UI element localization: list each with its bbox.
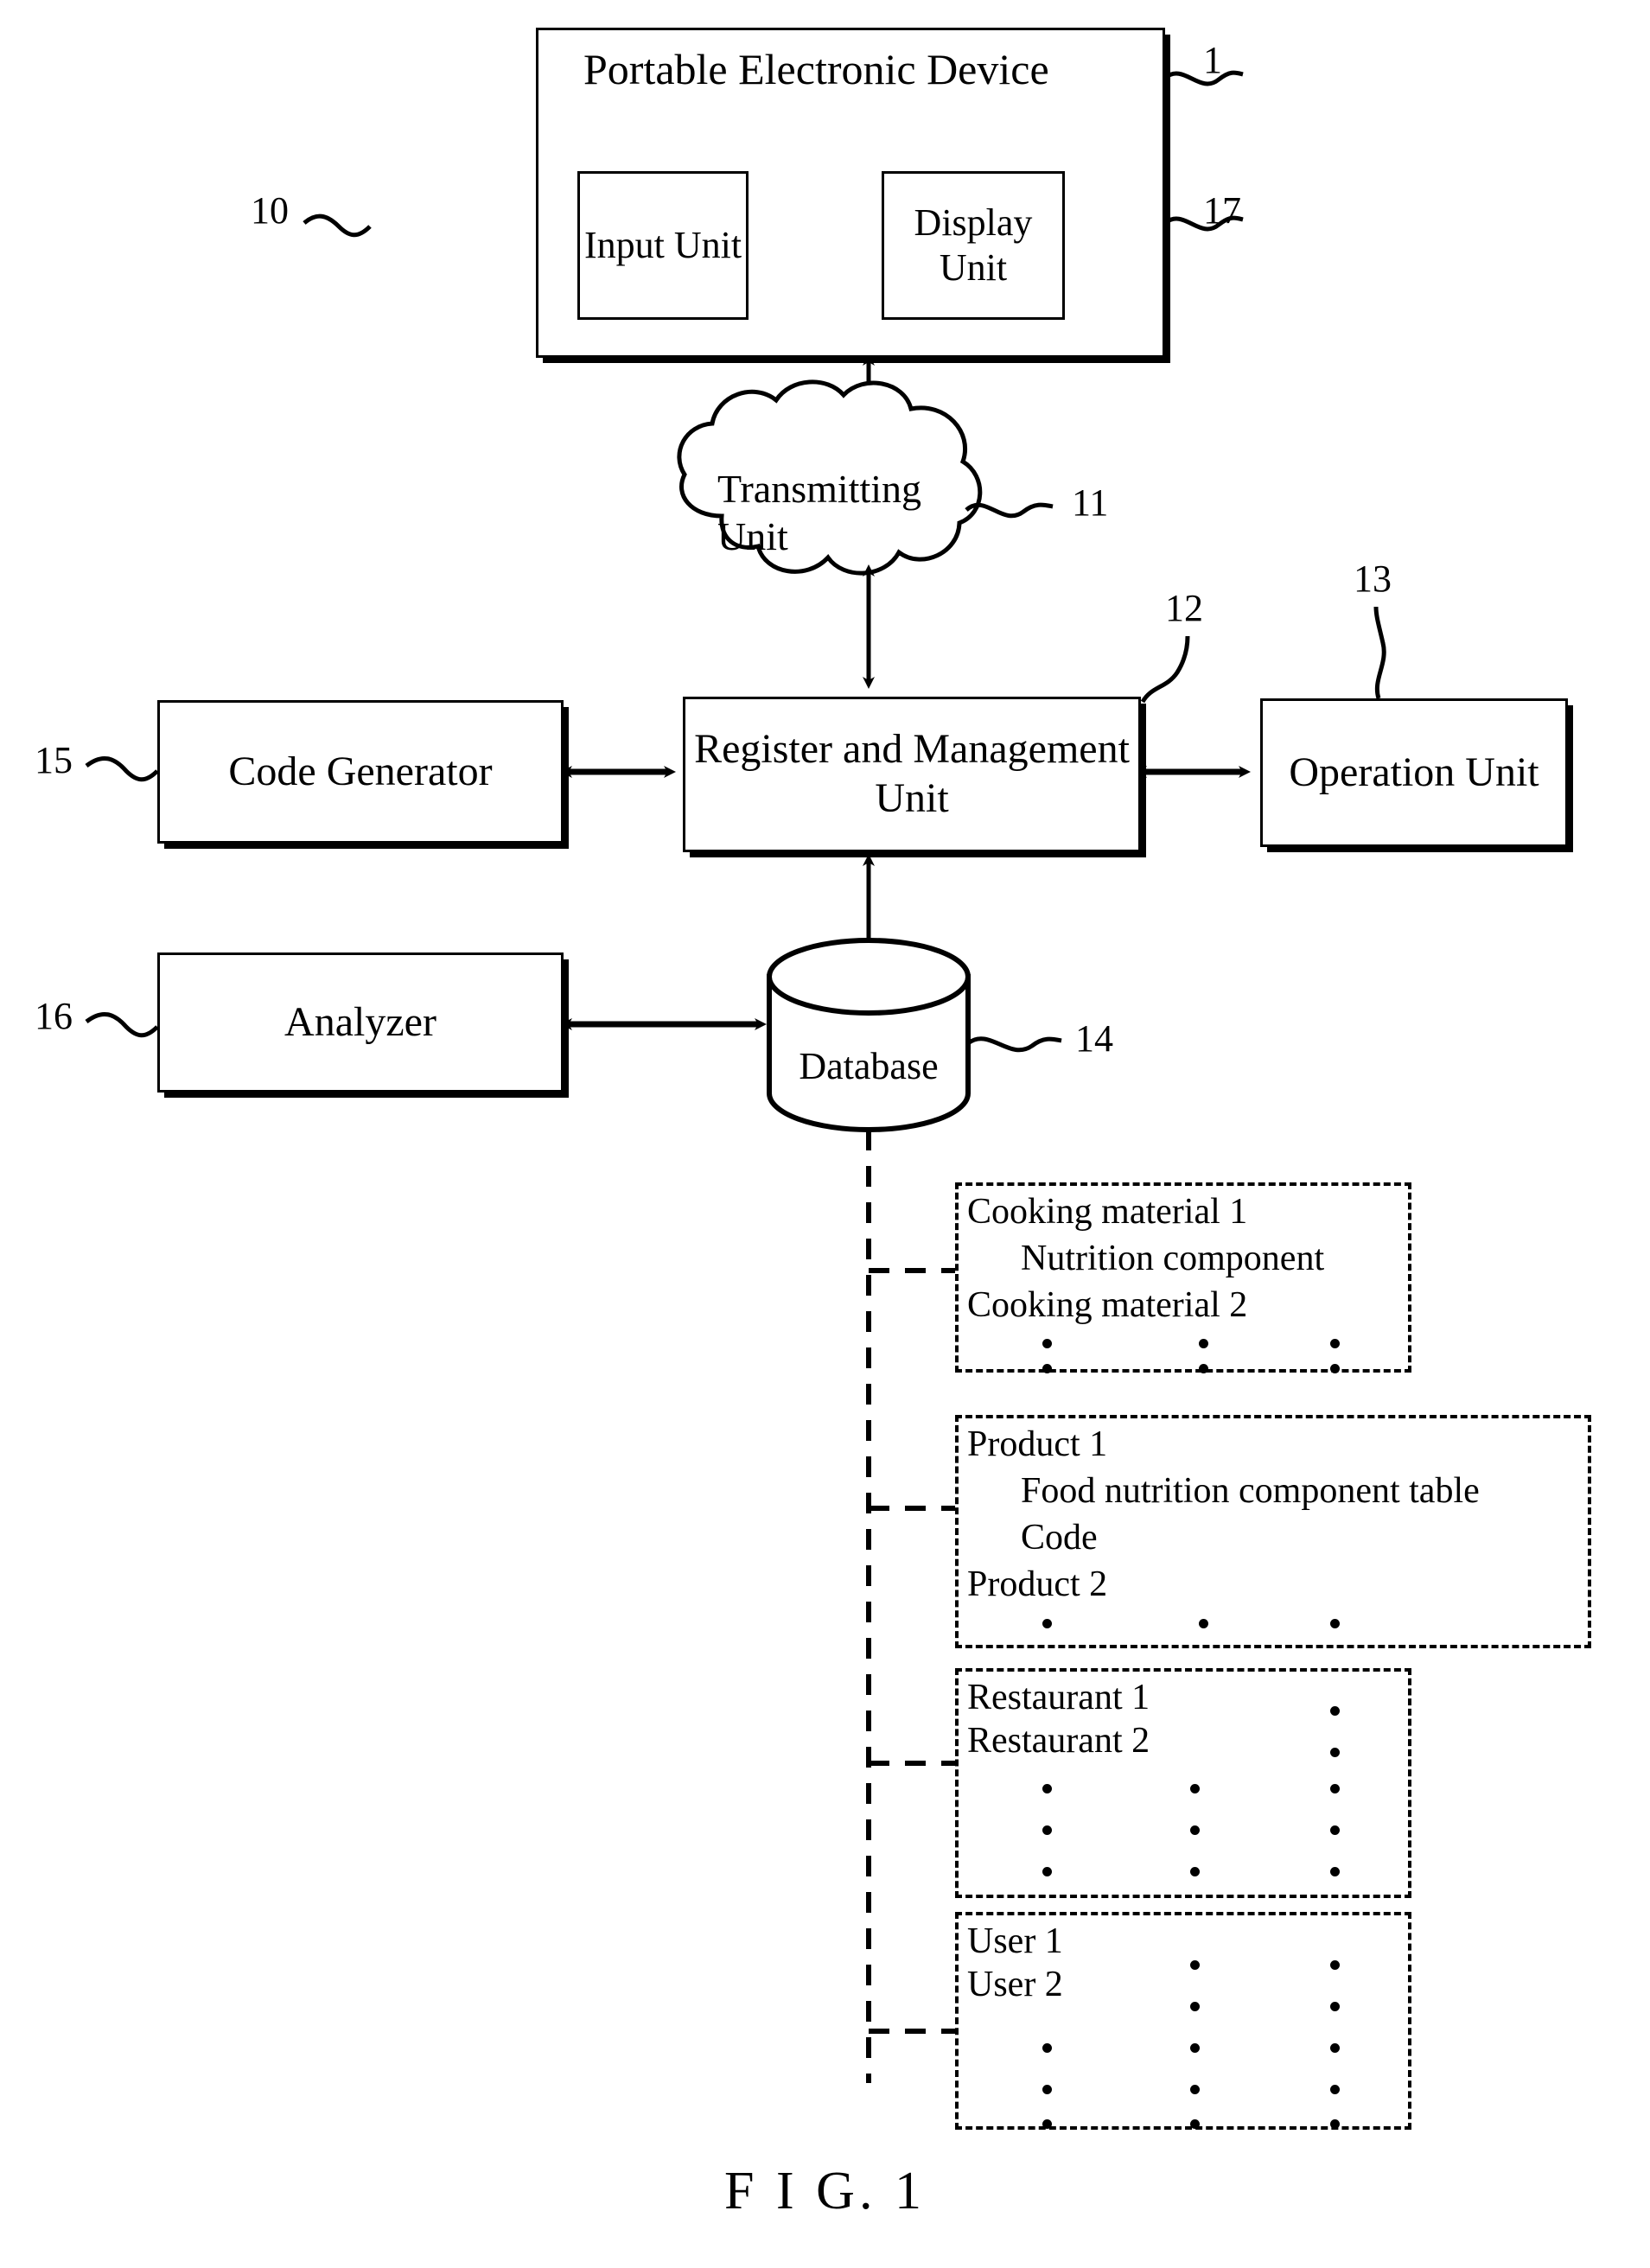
- record-line: Restaurant 1: [967, 1678, 1150, 1717]
- figure-caption: F I G. 1: [724, 2162, 926, 2220]
- analyzer-box: Analyzer: [157, 952, 564, 1093]
- transmitting-unit-label: Transmitting Unit: [717, 467, 922, 559]
- leader-line-15: [85, 756, 159, 782]
- ellipsis-dot: [1330, 1339, 1340, 1348]
- ellipsis-dot: [1190, 2043, 1200, 2053]
- record-line: Nutrition component: [1021, 1239, 1325, 1278]
- code-generator-box: Code Generator: [157, 700, 564, 844]
- record-line: Food nutrition component table: [1021, 1471, 1480, 1511]
- ellipsis-dot: [1190, 1825, 1200, 1835]
- ellipsis-dot: [1042, 1784, 1052, 1793]
- ellipsis-dot: [1042, 1339, 1052, 1348]
- ellipsis-dot: [1199, 1619, 1208, 1628]
- ellipsis-dot: [1190, 1867, 1200, 1876]
- cooking-material-record-box: Cooking material 1 Nutrition component C…: [955, 1182, 1411, 1373]
- record-line: User 2: [967, 1965, 1063, 2004]
- reference-numeral-12: 12: [1165, 587, 1203, 629]
- ellipsis-dot: [1042, 1867, 1052, 1876]
- user-record-box: User 1 User 2: [955, 1912, 1411, 2130]
- input-unit-label: Input Unit: [583, 224, 742, 267]
- reference-numeral-11: 11: [1072, 481, 1109, 524]
- ellipsis-dot: [1199, 1339, 1208, 1348]
- patent-figure: Portable Electronic Device Input Unit Di…: [0, 0, 1650, 2268]
- ellipsis-dot: [1190, 2119, 1200, 2129]
- ellipsis-dot: [1042, 1619, 1052, 1628]
- ellipsis-dot: [1190, 1784, 1200, 1793]
- record-line: Restaurant 2: [967, 1721, 1150, 1761]
- ellipsis-dot: [1330, 1825, 1340, 1835]
- record-line: Cooking material 2: [967, 1285, 1248, 1325]
- operation-unit-label: Operation Unit: [1289, 749, 1539, 795]
- reference-numeral-17: 17: [1203, 189, 1241, 232]
- ellipsis-dot: [1199, 1364, 1208, 1373]
- leader-line-12: [1140, 635, 1190, 704]
- record-line: Product 1: [967, 1424, 1108, 1464]
- ellipsis-dot: [1330, 1619, 1340, 1628]
- register-and-management-unit-box: Register and Management Unit: [683, 697, 1141, 852]
- database-record-tree: [866, 1130, 955, 2083]
- record-line: Cooking material 1: [967, 1192, 1248, 1232]
- leader-line-10: [303, 213, 372, 238]
- portable-electronic-device-label: Portable Electronic Device: [583, 45, 1049, 93]
- ellipsis-dot: [1330, 2085, 1340, 2094]
- product-record-box: Product 1 Food nutrition component table…: [955, 1415, 1591, 1648]
- ellipsis-dot: [1330, 1364, 1340, 1373]
- ellipsis-dot: [1190, 2002, 1200, 2011]
- ellipsis-dot: [1330, 2043, 1340, 2053]
- leader-line-16: [85, 1012, 159, 1038]
- ellipsis-dot: [1330, 1960, 1340, 1970]
- leader-line-11: [965, 502, 1054, 519]
- restaurant-record-box: Restaurant 1 Restaurant 2: [955, 1668, 1411, 1898]
- ellipsis-dot: [1330, 2002, 1340, 2011]
- database-cylinder: [767, 938, 971, 1132]
- ellipsis-dot: [1042, 1364, 1052, 1373]
- ellipsis-dot: [1330, 1867, 1340, 1876]
- register-and-management-unit-label: Register and Management Unit: [694, 726, 1130, 821]
- ellipsis-dot: [1042, 2085, 1052, 2094]
- analyzer-label: Analyzer: [284, 998, 436, 1045]
- record-line: Code: [1021, 1518, 1098, 1558]
- reference-numeral-15: 15: [35, 739, 73, 781]
- ellipsis-dot: [1042, 2043, 1052, 2053]
- record-line: User 1: [967, 1921, 1063, 1961]
- input-unit-box: Input Unit: [577, 171, 749, 320]
- ellipsis-dot: [1330, 1748, 1340, 1757]
- reference-numeral-10: 10: [251, 189, 289, 232]
- ellipsis-dot: [1330, 1784, 1340, 1793]
- ellipsis-dot: [1042, 1825, 1052, 1835]
- reference-numeral-14: 14: [1075, 1017, 1113, 1060]
- display-unit-box: Display Unit: [882, 171, 1065, 320]
- ellipsis-dot: [1042, 2119, 1052, 2129]
- display-unit-label: Display Unit: [914, 201, 1033, 289]
- ellipsis-dot: [1330, 2119, 1340, 2129]
- ellipsis-dot: [1330, 1706, 1340, 1716]
- database-label: Database: [799, 1045, 939, 1087]
- leader-line-14: [966, 1036, 1062, 1053]
- reference-numeral-16: 16: [35, 995, 73, 1037]
- operation-unit-box: Operation Unit: [1260, 698, 1568, 847]
- ellipsis-dot: [1190, 2085, 1200, 2094]
- reference-numeral-13: 13: [1354, 557, 1392, 600]
- leader-line-13: [1373, 606, 1386, 699]
- ellipsis-dot: [1190, 1960, 1200, 1970]
- record-line: Product 2: [967, 1564, 1108, 1604]
- code-generator-label: Code Generator: [228, 748, 493, 794]
- reference-numeral-1: 1: [1203, 39, 1222, 81]
